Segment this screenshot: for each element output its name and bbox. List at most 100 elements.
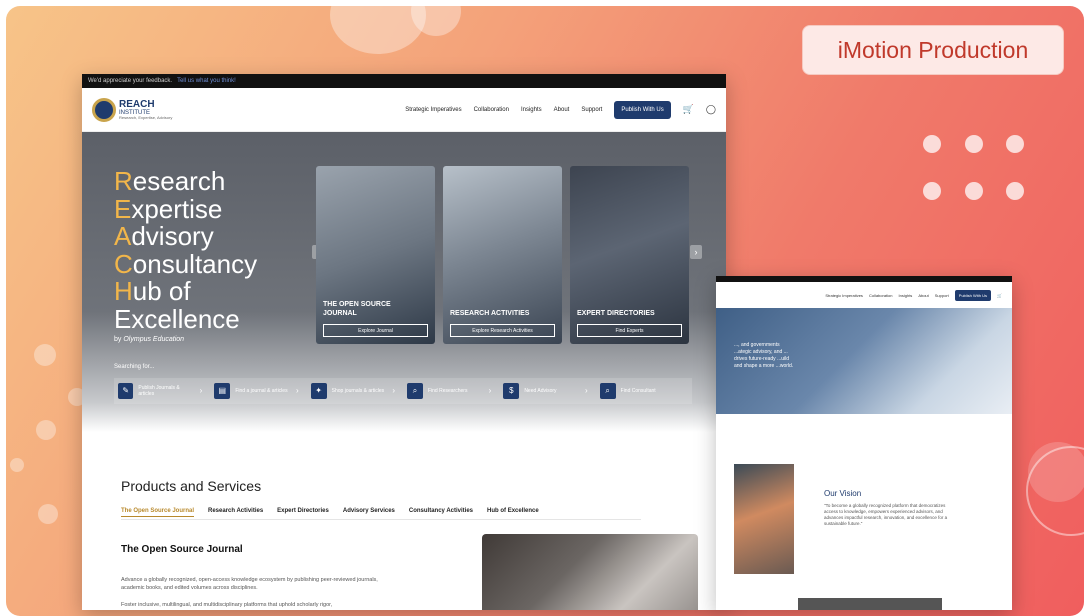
quick-actions-bar: ✎ Publish Journals & articles › ▤ Find a jo… [114, 378, 692, 404]
search-icon: ⌕ [406, 383, 423, 399]
decor-circle [38, 504, 58, 524]
hero-word: Consultancy [114, 248, 257, 279]
feedback-link[interactable]: Tell us what you think! [177, 78, 236, 84]
cart-icon[interactable]: 🛒 [683, 104, 694, 115]
decor-dot [923, 135, 941, 153]
nav-item[interactable]: Support [935, 293, 949, 298]
tabs-divider [121, 519, 641, 520]
hero-card-experts[interactable]: EXPERT DIRECTORIES Find Experts [570, 166, 689, 344]
vision-title: Our Vision [824, 489, 862, 498]
nav-item[interactable]: About [554, 107, 570, 113]
card-title: THE OPEN SOURCE JOURNAL [323, 301, 391, 317]
nav-item[interactable]: Insights [899, 293, 913, 298]
quick-action[interactable]: ⌕ Find Researchers › [403, 383, 499, 399]
brand-badge: iMotion Production [802, 25, 1064, 75]
hero-word-rest: xpertise [131, 193, 223, 224]
chevron-right-icon: › [584, 386, 588, 395]
nav-item[interactable]: About [918, 293, 928, 298]
quick-action[interactable]: ✎ Publish Journals & articles › [114, 383, 210, 399]
cart-icon[interactable]: 🛒 [997, 293, 1002, 298]
nav-item[interactable]: Insights [521, 107, 542, 113]
publish-with-us-button[interactable]: Publish With Us [954, 289, 992, 301]
hero-word-cap: A [114, 221, 132, 251]
hero-card-research[interactable]: RESEARCH ACTIVITIES Explore Research Act… [443, 166, 562, 344]
site-navbar: REACH INSTITUTE Research, Expertise, Adv… [82, 88, 726, 132]
section-paragraph: Advance a globally recognized, open-acce… [121, 577, 378, 591]
nav-item[interactable]: Support [581, 107, 602, 113]
quick-action-label: Need Advisory [524, 388, 557, 394]
vision-photo [734, 464, 794, 574]
nav-links: Strategic Imperatives Collaboration Insi… [405, 100, 716, 119]
nav-item[interactable]: Collaboration [869, 293, 893, 298]
hero-word-cap: R [114, 166, 133, 196]
site-logo[interactable]: REACH INSTITUTE Research, Expertise, Adv… [92, 97, 172, 122]
hero-cards: THE OPEN SOURCE JOURNAL Explore Journal … [316, 166, 689, 344]
hero-word-rest: ub of [132, 276, 191, 306]
vision-text: "To become a globally recognized platfor… [824, 503, 948, 526]
book-icon: ▤ [214, 383, 231, 399]
dollar-icon: $ [503, 383, 520, 399]
explore-research-button[interactable]: Explore Research Activities [450, 324, 555, 337]
decor-dot [1006, 182, 1024, 200]
publish-with-us-button[interactable]: Publish With Us [614, 100, 671, 119]
decor-dot [965, 182, 983, 200]
decor-circle [34, 344, 56, 366]
hero-word: Excellence [114, 305, 257, 334]
hero-acronym: Research Expertise Advisory Consultancy … [114, 166, 257, 334]
decor-circle [10, 458, 24, 472]
logo-seal-icon [92, 97, 116, 122]
section-paragraph: Foster inclusive, multilingual, and mult… [121, 602, 333, 608]
card-title: EXPERT DIRECTORIES [577, 310, 655, 317]
feedback-strip: We'd appreciate your feedback. Tell us w… [82, 74, 726, 88]
quick-action-label: Publish Journals & articles [138, 385, 180, 397]
tab-hub-of-excellence[interactable]: Hub of Excellence [487, 508, 539, 517]
decor-circle [36, 420, 56, 440]
hero-word-rest: esearch [132, 166, 226, 196]
hero-word: Advisory [114, 221, 257, 251]
hero-word-cap: H [114, 276, 133, 306]
card-title: RESEARCH ACTIVITIES [450, 310, 530, 317]
secondary-navbar: Strategic Imperatives Collaboration Insi… [716, 282, 1012, 308]
hero-byline: by Olympus Education [114, 336, 184, 343]
publish-icon: ✎ [118, 383, 134, 399]
hero-word-cap: C [114, 248, 133, 279]
quick-action-label: Shop journals & articles [331, 388, 385, 394]
nav-item[interactable]: Collaboration [474, 107, 509, 113]
tab-advisory-services[interactable]: Advisory Services [343, 508, 395, 517]
journal-photo [482, 534, 698, 610]
decor-circle [1028, 442, 1084, 502]
nav-item[interactable]: Strategic Imperatives [405, 107, 461, 113]
user-icon[interactable]: ◯ [706, 104, 716, 115]
tab-research-activities[interactable]: Research Activities [208, 508, 263, 517]
explore-journal-button[interactable]: Explore Journal [323, 324, 428, 337]
hero-word: Expertise [114, 193, 257, 224]
tab-open-source-journal[interactable]: The Open Source Journal [121, 508, 195, 517]
carousel-next-button[interactable]: › [690, 245, 702, 259]
quick-action-label: Find Consultant [620, 388, 656, 394]
quick-action[interactable]: ✦ Shop journals & articles › [307, 383, 403, 399]
hero-section: Research Expertise Advisory Consultancy … [82, 132, 726, 432]
nav-item[interactable]: Strategic Imperatives [825, 293, 863, 298]
tab-consultancy-activities[interactable]: Consultancy Activities [409, 508, 473, 517]
section-title: The Open Source Journal [121, 544, 243, 555]
shop-icon: ✦ [310, 383, 327, 399]
chevron-right-icon: › [295, 386, 299, 395]
quick-action[interactable]: $ Need Advisory › [499, 383, 595, 399]
decor-dot [1006, 135, 1024, 153]
searching-label: Searching for... [114, 364, 155, 370]
find-experts-button[interactable]: Find Experts [577, 324, 682, 337]
chevron-right-icon: › [392, 386, 395, 395]
secondary-hero: ..., and governments ...ategic advisory,… [716, 308, 1012, 414]
quick-action-label: Find a journal & articles [235, 388, 288, 394]
logo-line1: REACH [119, 98, 155, 110]
lower-photo [798, 598, 942, 610]
chevron-right-icon: › [488, 386, 492, 395]
hero-word-cap: E [114, 193, 132, 224]
tab-expert-directories[interactable]: Expert Directories [277, 508, 329, 517]
products-title: Products and Services [121, 478, 262, 494]
hero-word-rest: dvisory [131, 221, 214, 251]
hero-card-journal[interactable]: THE OPEN SOURCE JOURNAL Explore Journal [316, 166, 435, 344]
chevron-right-icon: › [199, 386, 203, 395]
quick-action[interactable]: ▤ Find a journal & articles › [210, 383, 306, 399]
quick-action[interactable]: ⌕ Find Consultant [596, 383, 692, 399]
